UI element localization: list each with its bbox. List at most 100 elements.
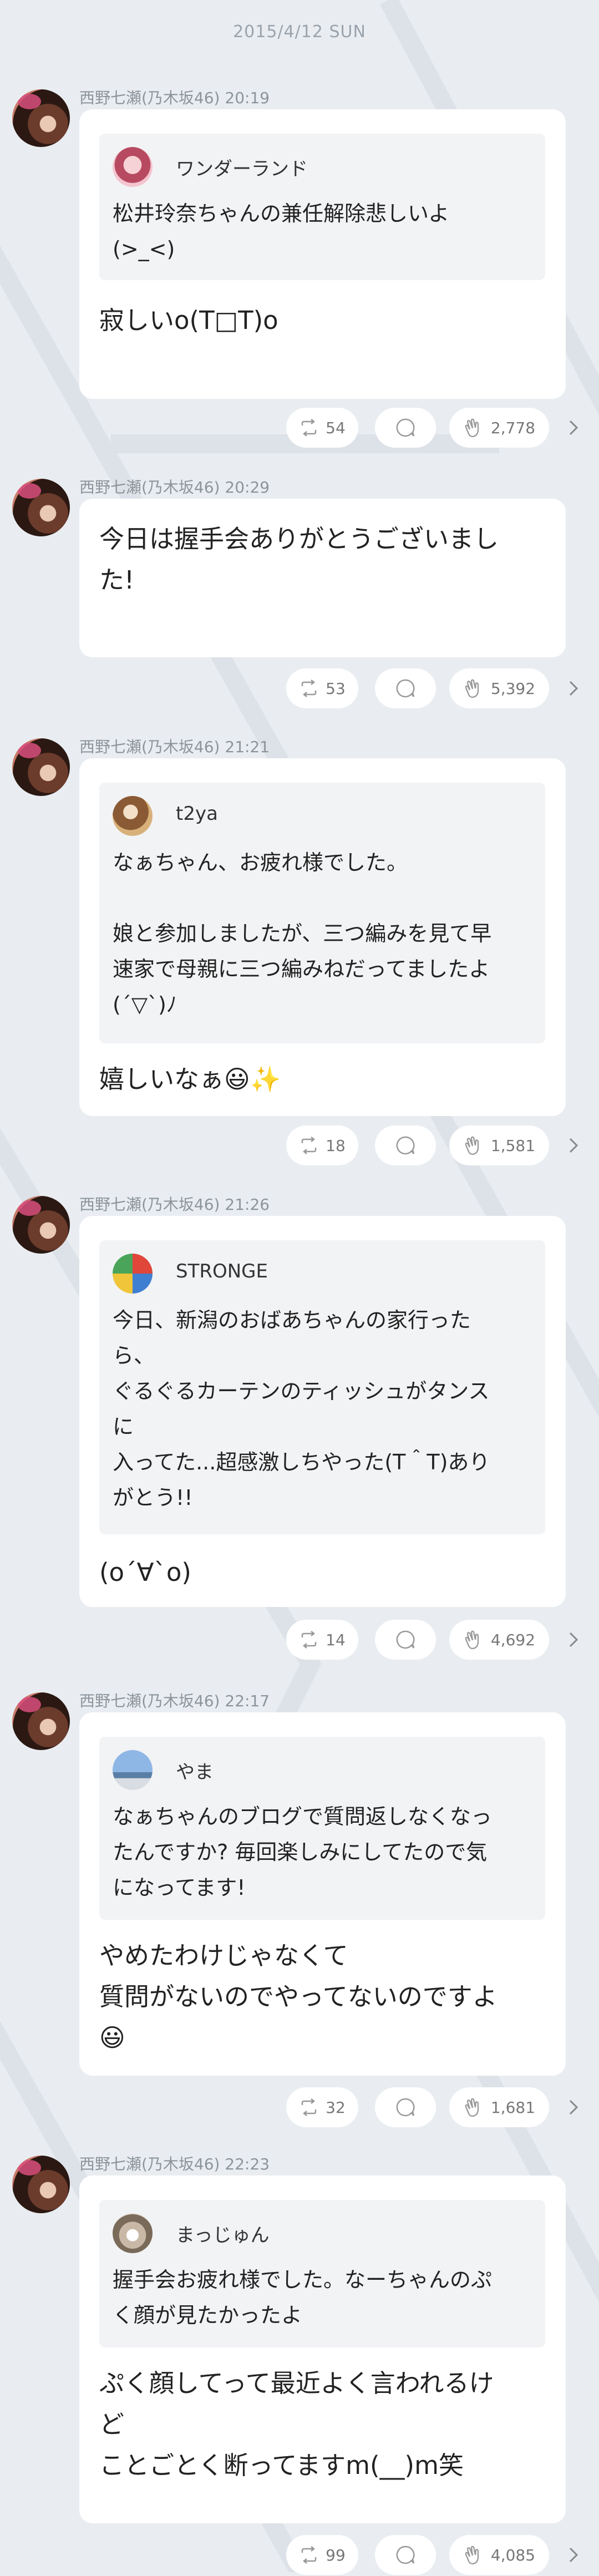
quoted-fan-message: まっじゅん 握手会お疲れ様でした。なーちゃんのぷ く顔が見たかったよ	[99, 2200, 545, 2347]
repost-count: 32	[326, 2098, 346, 2117]
clap-icon	[465, 2545, 479, 2565]
repost-icon	[301, 680, 317, 697]
message-card: t2ya なぁちゃん、お疲れ様でした。 娘と参加しましたが、三つ編みを見て早 速…	[79, 758, 566, 1116]
repost-button[interactable]: 53	[286, 668, 358, 708]
repost-count: 18	[326, 1136, 346, 1155]
repost-icon	[301, 2098, 317, 2116]
author-avatar[interactable]	[12, 479, 70, 536]
author-name: 西野七瀬(乃木坂46)	[79, 89, 220, 107]
fan-avatar	[113, 1750, 153, 1790]
clap-count: 1,581	[490, 1136, 536, 1155]
repost-button[interactable]: 32	[286, 2087, 358, 2127]
comment-icon	[396, 1136, 415, 1155]
fan-name: やま	[176, 1761, 214, 1783]
clap-button[interactable]: 5,392	[449, 668, 549, 708]
fan-avatar	[113, 2213, 153, 2253]
post-actions: 32 1,681	[0, 2087, 599, 2128]
clap-icon	[465, 1630, 479, 1650]
clap-count: 2,778	[490, 418, 536, 437]
clap-button[interactable]: 1,581	[449, 1125, 549, 1165]
chevron-right-icon[interactable]	[562, 677, 585, 699]
clap-icon	[465, 418, 479, 438]
comment-icon	[396, 679, 415, 698]
repost-button[interactable]: 54	[286, 408, 358, 448]
post-time: 22:17	[225, 1692, 270, 1710]
quoted-fan-message: t2ya なぁちゃん、お疲れ様でした。 娘と参加しましたが、三つ編みを見て早 速…	[99, 783, 545, 1043]
post-meta: 西野七瀬(乃木坂46) 21:26	[79, 1193, 270, 1215]
post-time: 20:29	[225, 478, 270, 496]
chevron-right-icon[interactable]	[562, 1629, 585, 1651]
comment-button[interactable]	[375, 2535, 436, 2575]
message-card: まっじゅん 握手会お疲れ様でした。なーちゃんのぷ く顔が見たかったよ ぷく顔して…	[79, 2176, 566, 2523]
clap-icon	[465, 2098, 479, 2117]
chevron-right-icon[interactable]	[562, 417, 585, 439]
reply-text: 今日は握手会ありがとうございまし た!	[99, 524, 499, 595]
post-meta: 西野七瀬(乃木坂46) 22:17	[79, 1689, 270, 1711]
comment-icon	[396, 2098, 415, 2117]
repost-count: 99	[326, 2545, 346, 2564]
author-avatar[interactable]	[12, 1196, 70, 1254]
reply-text: やめたわけじゃなくて 質問がないのでやってないのですよ 😃	[99, 1941, 498, 2052]
post-time: 21:26	[225, 1195, 270, 1214]
repost-button[interactable]: 18	[286, 1125, 358, 1165]
post-meta: 西野七瀬(乃木坂46) 20:29	[79, 475, 270, 498]
post-time: 20:19	[225, 89, 270, 107]
clap-button[interactable]: 2,778	[449, 408, 549, 448]
quoted-fan-message: ワンダーランド 松井玲奈ちゃんの兼任解除悲しいよ (>_<)	[99, 134, 545, 280]
repost-count: 53	[326, 679, 346, 698]
post-actions: 53 5,392	[0, 668, 599, 709]
author-avatar[interactable]	[12, 2156, 70, 2213]
comment-button[interactable]	[375, 1620, 436, 1660]
post-meta: 西野七瀬(乃木坂46) 21:21	[79, 735, 270, 757]
chevron-right-icon[interactable]	[562, 1134, 585, 1157]
fan-avatar	[113, 796, 153, 836]
date-header: 2015/4/12 SUN	[233, 22, 366, 42]
comment-button[interactable]	[375, 1125, 436, 1165]
author-name: 西野七瀬(乃木坂46)	[79, 1692, 220, 1710]
author-avatar[interactable]	[12, 738, 70, 796]
clap-button[interactable]: 1,681	[449, 2087, 549, 2127]
repost-button[interactable]: 99	[286, 2535, 358, 2575]
fan-name: ワンダーランド	[176, 158, 308, 180]
chevron-right-icon[interactable]	[562, 2544, 585, 2566]
post-time: 22:23	[225, 2155, 270, 2173]
quoted-fan-message: やま なぁちゃんのブログで質問返しなくなっ たんですか? 毎回楽しみにしてたので…	[99, 1737, 545, 1920]
author-avatar[interactable]	[12, 89, 70, 147]
post-actions: 99 4,085	[0, 2535, 599, 2576]
clap-icon	[465, 679, 479, 698]
fan-message-text: なぁちゃんのブログで質問返しなくなっ たんですか? 毎回楽しみにしてたので気 に…	[113, 1804, 493, 1900]
reply-text: ぷく顔してって最近よく言われるけ ど ことごとく断ってますm(__)m笑	[99, 2369, 494, 2480]
message-card: ワンダーランド 松井玲奈ちゃんの兼任解除悲しいよ (>_<) 寂しいo(T□T)…	[79, 109, 566, 399]
comment-button[interactable]	[375, 408, 436, 448]
repost-button[interactable]: 14	[286, 1620, 358, 1660]
comment-button[interactable]	[375, 668, 436, 708]
fan-message-text: 今日、新潟のおばあちゃんの家行った ら、 ぐるぐるカーテンのティッシュがタンス …	[113, 1308, 490, 1510]
comment-button[interactable]	[375, 2087, 436, 2127]
author-avatar[interactable]	[12, 1692, 70, 1750]
fan-avatar	[113, 1254, 153, 1294]
clap-count: 1,681	[490, 2098, 536, 2117]
fan-message-text: なぁちゃん、お疲れ様でした。 娘と参加しましたが、三つ編みを見て早 速家で母親に…	[113, 850, 492, 1017]
reply-text: 嬉しいなぁ😃✨	[99, 1064, 281, 1094]
post-meta: 西野七瀬(乃木坂46) 22:23	[79, 2152, 270, 2174]
comment-icon	[396, 1630, 415, 1649]
author-name: 西野七瀬(乃木坂46)	[79, 2155, 220, 2173]
comment-icon	[396, 418, 415, 437]
clap-count: 5,392	[490, 679, 536, 698]
post-time: 21:21	[225, 738, 270, 756]
author-name: 西野七瀬(乃木坂46)	[79, 738, 220, 756]
author-name: 西野七瀬(乃木坂46)	[79, 1195, 220, 1214]
chevron-right-icon[interactable]	[562, 2096, 585, 2118]
post-actions: 54 2,778	[0, 408, 599, 449]
fan-avatar	[113, 147, 153, 187]
fan-name: まっじゅん	[176, 2224, 270, 2247]
quoted-fan-message: STRONGE 今日、新潟のおばあちゃんの家行った ら、 ぐるぐるカーテンのティ…	[99, 1240, 545, 1534]
clap-button[interactable]: 4,085	[449, 2535, 549, 2575]
comment-icon	[396, 2545, 415, 2564]
message-card: 今日は握手会ありがとうございまし た!	[79, 499, 566, 657]
message-card: やま なぁちゃんのブログで質問返しなくなっ たんですか? 毎回楽しみにしてたので…	[79, 1712, 566, 2076]
clap-button[interactable]: 4,692	[449, 1620, 549, 1660]
author-name: 西野七瀬(乃木坂46)	[79, 478, 220, 496]
fan-name: STRONGE	[176, 1260, 268, 1282]
fan-name: t2ya	[176, 803, 218, 825]
